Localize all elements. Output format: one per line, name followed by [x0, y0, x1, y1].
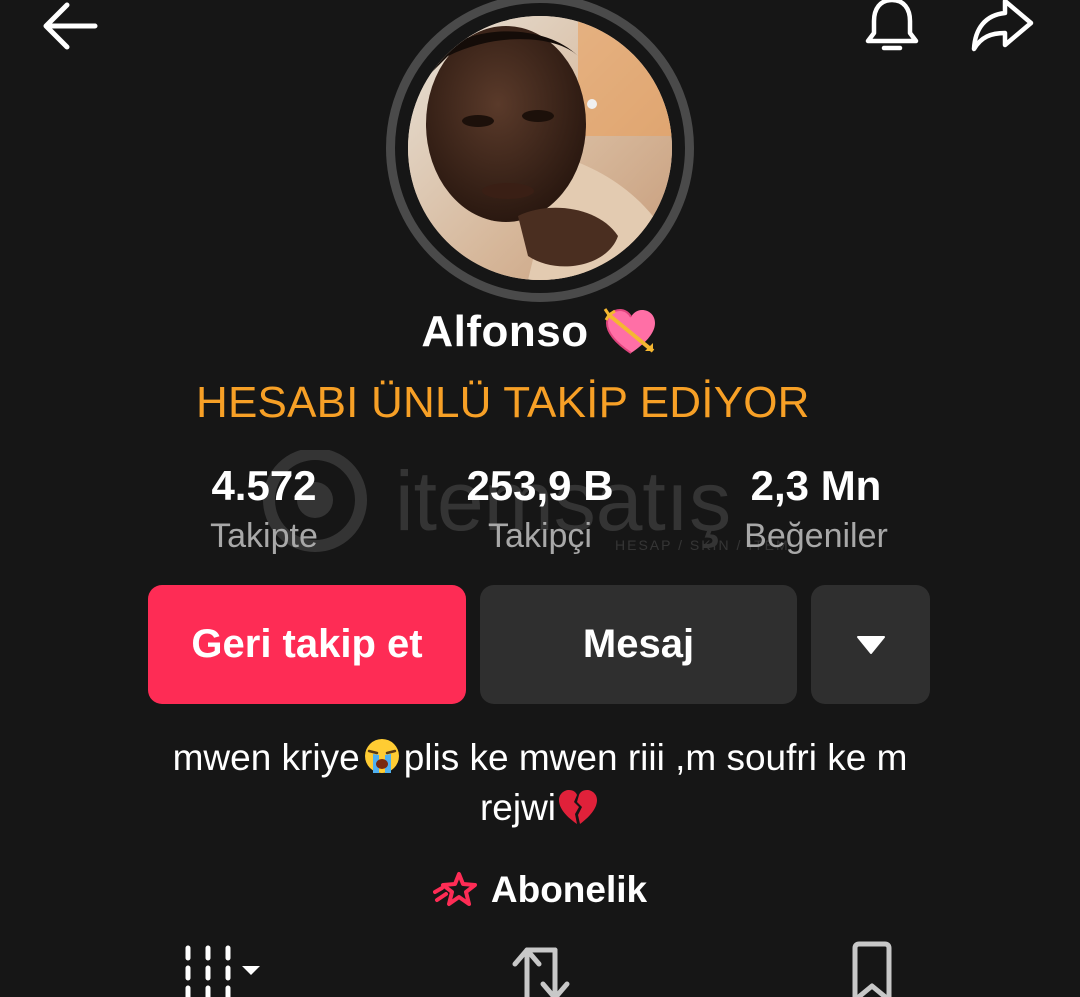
following-count: 4.572	[211, 462, 317, 509]
bio-text-1: mwen kriye	[172, 737, 360, 778]
profile-photo	[408, 16, 672, 280]
tab-reposts[interactable]	[500, 940, 580, 997]
avatar	[408, 16, 672, 280]
avatar-ring[interactable]	[386, 0, 694, 302]
more-options-button[interactable]	[811, 585, 930, 704]
bio-text-3: rejwi	[479, 787, 557, 828]
following-label: Takipte	[210, 517, 318, 555]
username-row: Alfonso	[0, 302, 1080, 362]
stat-likes[interactable]: 2,3 Mn Beğeniler	[706, 460, 926, 558]
tab-videos[interactable]	[168, 940, 268, 997]
broken-heart-emoji	[559, 790, 598, 824]
likes-label: Beğeniler	[744, 517, 888, 555]
bell-icon	[865, 0, 919, 51]
grid-videos-icon	[185, 945, 260, 997]
back-button[interactable]	[30, 0, 110, 56]
bio-text-2: plis ke mwen riii ,m soufri ke m	[403, 737, 908, 778]
username: Alfonso	[421, 307, 589, 356]
share-icon	[971, 0, 1034, 52]
repost-icon	[512, 947, 570, 997]
bookmark-icon	[852, 941, 892, 997]
likes-count: 2,3 Mn	[750, 462, 882, 509]
followers-count: 253,9 B	[466, 462, 614, 509]
shooting-star-icon	[432, 872, 477, 906]
loudly-crying-face-emoji	[364, 739, 399, 773]
followers-label: Takipçi	[488, 517, 592, 555]
share-button[interactable]	[962, 0, 1042, 56]
tagline: HESABI ÜNLÜ TAKİP EDİYOR	[196, 378, 810, 427]
bio: mwen kriye plis ke mwen riii ,m soufri k…	[100, 733, 980, 833]
stat-followers[interactable]: 253,9 B Takipçi	[430, 460, 650, 558]
follow-back-button[interactable]: Geri takip et	[148, 585, 466, 704]
message-button[interactable]: Mesaj	[480, 585, 797, 704]
heart-with-arrow-emoji	[603, 308, 655, 354]
stat-following[interactable]: 4.572 Takipte	[154, 460, 374, 558]
profile-page: Alfonso HESABI ÜNLÜ TAKİP EDİYOR itemsat…	[0, 0, 1080, 997]
caret-down-icon	[856, 635, 885, 654]
arrow-left-icon	[43, 2, 98, 50]
subscription-link[interactable]: Abonelik	[0, 862, 1080, 918]
tab-saved[interactable]	[832, 940, 912, 997]
subscription-label: Abonelik	[490, 869, 648, 910]
notification-button[interactable]	[852, 0, 932, 56]
